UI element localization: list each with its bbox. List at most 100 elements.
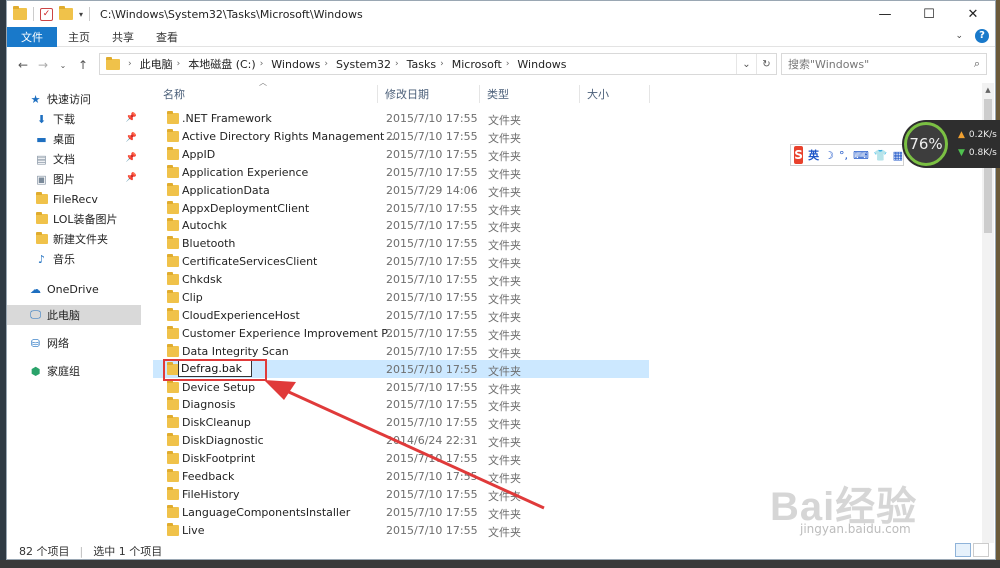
table-row[interactable]: Chkdsk 2015/7/10 17:55 文件夹 [153, 270, 649, 288]
memory-usage-gauge: 76% [904, 122, 948, 166]
column-divider[interactable] [479, 85, 480, 103]
breadcrumb-microsoft[interactable]: Microsoft [452, 58, 502, 71]
maximize-button[interactable]: ☐ [907, 1, 951, 27]
table-row[interactable]: DiskFootprint 2015/7/10 17:55 文件夹 [153, 449, 649, 467]
close-button[interactable]: ✕ [951, 1, 995, 27]
minimize-button[interactable]: — [863, 1, 907, 27]
sidebar-item-desktop[interactable]: ▬ 桌面 📌 [7, 129, 141, 149]
table-row[interactable]: DiskCleanup 2015/7/10 17:55 文件夹 [153, 413, 649, 431]
breadcrumb-this-pc[interactable]: 此电脑 [140, 56, 173, 72]
sidebar-item-documents[interactable]: ▤ 文档 📌 [7, 149, 141, 169]
sidebar-item-quick-access[interactable]: ★ 快速访问 [7, 89, 141, 109]
table-row[interactable]: Feedback 2015/7/10 17:55 文件夹 [153, 467, 649, 485]
table-row[interactable]: Active Directory Rights Management ... 20… [153, 127, 649, 145]
properties-icon[interactable]: ✓ [40, 7, 53, 21]
moon-icon[interactable]: ☽ [824, 149, 834, 162]
breadcrumb-system32[interactable]: System32 [336, 58, 391, 71]
column-divider[interactable] [579, 85, 580, 103]
column-divider[interactable] [649, 85, 650, 103]
sidebar-item-music[interactable]: ♪ 音乐 [7, 249, 141, 269]
back-arrow-icon[interactable]: ← [13, 58, 33, 72]
table-row[interactable]: Application Experience 2015/7/10 17:55 文件夹 [153, 163, 649, 181]
title-bar: ✓ ▾ C:\Windows\System32\Tasks\Microsoft\… [7, 1, 995, 27]
sidebar-item-onedrive[interactable]: ☁ OneDrive [7, 279, 141, 299]
table-row[interactable]: Autochk 2015/7/10 17:55 文件夹 [153, 216, 649, 234]
tab-view[interactable]: 查看 [145, 27, 189, 47]
sidebar-item-lol-pictures[interactable]: LOL装备图片 [7, 209, 141, 229]
table-row[interactable]: CertificateServicesClient 2015/7/10 17:55… [153, 252, 649, 270]
folder-icon [13, 6, 27, 20]
breadcrumb-windows-current[interactable]: Windows [517, 58, 566, 71]
keyboard-icon[interactable]: ⌨ [853, 149, 869, 162]
table-row[interactable]: Clip 2015/7/10 17:55 文件夹 [153, 288, 649, 306]
breadcrumb-separator-icon[interactable]: › [395, 59, 399, 69]
search-box[interactable]: 搜索"Windows" ⌕ [781, 53, 987, 75]
skin-icon[interactable]: 👕 [874, 149, 888, 162]
breadcrumb-separator-icon[interactable]: › [324, 59, 328, 69]
column-divider[interactable] [377, 85, 378, 103]
refresh-icon[interactable]: ↻ [756, 54, 776, 74]
breadcrumb-windows[interactable]: Windows [271, 58, 320, 71]
table-row[interactable]: FileHistory 2015/7/10 17:55 文件夹 [153, 485, 649, 503]
table-row[interactable]: LanguageComponentsInstaller 2015/7/10 17:… [153, 503, 649, 521]
up-arrow-icon[interactable]: ↑ [73, 58, 93, 72]
pin-icon[interactable]: 📌 [126, 113, 137, 123]
sidebar-item-network[interactable]: ⛁ 网络 [7, 333, 141, 353]
toolbox-icon[interactable]: ▦ [893, 149, 903, 162]
music-icon: ♪ [37, 252, 46, 266]
breadcrumb-separator-icon[interactable]: › [177, 59, 181, 69]
file-name: Application Experience [182, 165, 309, 179]
forward-arrow-icon[interactable]: → [33, 58, 53, 72]
pin-icon[interactable]: 📌 [126, 173, 137, 183]
sidebar-item-new-folder[interactable]: 新建文件夹 [7, 229, 141, 249]
recent-locations-chevron-icon[interactable]: ⌄ [53, 61, 73, 70]
file-type: 文件夹 [488, 114, 521, 127]
column-type[interactable]: 类型 [487, 86, 509, 102]
table-row[interactable]: Diagnosis 2015/7/10 17:55 文件夹 [153, 395, 649, 413]
column-date[interactable]: 修改日期 [385, 86, 429, 102]
pin-icon[interactable]: 📌 [126, 153, 137, 163]
sidebar-item-filerecv[interactable]: FileRecv [7, 189, 141, 209]
address-history-chevron-icon[interactable]: ⌄ [736, 54, 756, 74]
table-row[interactable]: DiskDiagnostic 2014/6/24 22:31 文件夹 [153, 431, 649, 449]
search-icon[interactable]: ⌕ [974, 57, 980, 71]
breadcrumb-separator-icon[interactable]: › [440, 59, 444, 69]
new-folder-icon[interactable] [59, 6, 73, 20]
search-input[interactable]: 搜索"Windows" [788, 56, 869, 72]
column-name[interactable]: 名称 [163, 86, 185, 102]
window-controls: — ☐ ✕ [863, 1, 995, 27]
pin-icon[interactable]: 📌 [126, 133, 137, 143]
breadcrumb-separator-icon[interactable]: › [128, 59, 132, 69]
sidebar-item-this-pc[interactable]: 🖵 此电脑 [7, 305, 141, 325]
sogou-logo-icon[interactable]: S [794, 146, 804, 164]
table-row[interactable]: AppxDeploymentClient 2015/7/10 17:55 文件夹 [153, 199, 649, 217]
customize-toolbar-chevron-icon[interactable]: ▾ [79, 10, 83, 19]
ime-mode-toggle[interactable]: 英 [808, 147, 819, 163]
help-icon[interactable]: ? [975, 29, 989, 43]
table-row[interactable]: CloudExperienceHost 2015/7/10 17:55 文件夹 [153, 306, 649, 324]
table-row[interactable]: AppID 2015/7/10 17:55 文件夹 [153, 145, 649, 163]
tab-file[interactable]: 文件 [7, 26, 57, 47]
table-row[interactable]: .NET Framework 2015/7/10 17:55 文件夹 [153, 109, 649, 127]
tab-home[interactable]: 主页 [57, 27, 101, 47]
address-bar[interactable]: › 此电脑 › 本地磁盘 (C:) › Windows › System32 ›… [99, 53, 777, 75]
table-row[interactable]: ApplicationData 2015/7/29 14:06 文件夹 [153, 181, 649, 199]
table-row[interactable]: Live 2015/7/10 17:55 文件夹 [153, 521, 649, 539]
column-size[interactable]: 大小 [587, 86, 609, 102]
scroll-up-arrow-icon[interactable]: ▲ [982, 83, 994, 97]
breadcrumb-separator-icon[interactable]: › [506, 59, 510, 69]
sidebar-item-homegroup[interactable]: ⬢ 家庭组 [7, 361, 141, 381]
sidebar-item-downloads[interactable]: ⬇ 下载 📌 [7, 109, 141, 129]
tab-share[interactable]: 共享 [101, 27, 145, 47]
network-speed-widget[interactable]: 76% ▲ 0.2K/s ▼ 0.8K/s [902, 120, 1000, 168]
sidebar-item-pictures[interactable]: ▣ 图片 📌 [7, 169, 141, 189]
file-type: 文件夹 [488, 382, 521, 396]
expand-ribbon-chevron-icon[interactable]: ⌄ [955, 31, 963, 41]
table-row[interactable]: Data Integrity Scan 2015/7/10 17:55 文件夹 [153, 342, 649, 360]
table-row[interactable]: Customer Experience Improvement P... 2015… [153, 324, 649, 342]
breadcrumb-separator-icon[interactable]: › [260, 59, 264, 69]
breadcrumb-tasks[interactable]: Tasks [407, 58, 436, 71]
punctuation-icon[interactable]: °, [839, 149, 848, 162]
breadcrumb-local-disk[interactable]: 本地磁盘 (C:) [188, 56, 255, 72]
table-row[interactable]: Bluetooth 2015/7/10 17:55 文件夹 [153, 234, 649, 252]
